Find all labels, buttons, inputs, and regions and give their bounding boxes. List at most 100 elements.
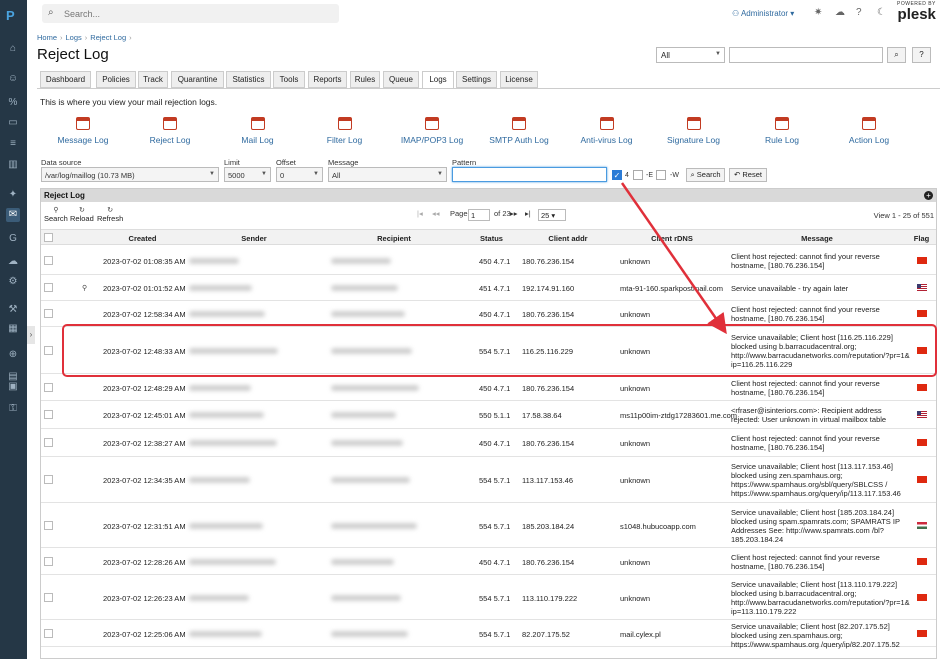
moon-icon[interactable]: ☾: [877, 7, 886, 18]
table-row[interactable]: 2023-07-02 12:48:29 AM 450 4.7.1 180.76.23…: [41, 374, 936, 401]
extension-icon[interactable]: ✦: [6, 188, 20, 202]
col-flag[interactable]: Flag: [907, 234, 936, 243]
tab-policies[interactable]: Policies: [96, 71, 136, 88]
monitor-icon[interactable]: ▭: [6, 116, 20, 130]
limit-select[interactable]: 5000 ▼: [224, 167, 271, 182]
message-select[interactable]: All ▼: [328, 167, 447, 182]
row-checkbox[interactable]: [44, 438, 53, 447]
col-client-addr[interactable]: Client addr: [519, 234, 617, 243]
tab-rules[interactable]: Rules: [350, 71, 380, 88]
col-recipient[interactable]: Recipient: [324, 234, 464, 243]
table-row[interactable]: 2023-07-02 12:26:23 AM 554 5.7.1 113.110.1…: [41, 575, 936, 620]
mail-log-link[interactable]: Mail Log: [235, 117, 280, 145]
select-all-checkbox[interactable]: [44, 233, 53, 242]
reject-log-link[interactable]: Reject Log: [145, 117, 195, 145]
row-checkbox[interactable]: [44, 475, 53, 484]
anti-virus-log-link[interactable]: Anti-virus Log: [578, 117, 635, 145]
table-row[interactable]: ⚲ 2023-07-02 01:01:52 AM 451 4.7.1 192.174.…: [41, 275, 936, 301]
cloud-icon[interactable]: ☁: [6, 255, 20, 269]
grid-icon[interactable]: ▦: [6, 322, 20, 336]
tab-tools[interactable]: Tools: [273, 71, 305, 88]
col-sender[interactable]: Sender: [184, 234, 324, 243]
breadcrumb-logs[interactable]: Logs: [66, 33, 82, 42]
zoom-icon[interactable]: ⊕: [6, 348, 20, 362]
row-checkbox[interactable]: [44, 383, 53, 392]
tab-reports[interactable]: Reports: [308, 71, 347, 88]
tab-settings[interactable]: Settings: [456, 71, 497, 88]
prev-page-icon[interactable]: ◂◂: [432, 209, 440, 218]
row-checkbox[interactable]: [44, 346, 53, 355]
row-checkbox[interactable]: [44, 521, 53, 530]
page-size-select[interactable]: 25 ▾: [538, 209, 566, 221]
tab-queue[interactable]: Queue: [383, 71, 419, 88]
rail-toggle-button[interactable]: ›: [27, 326, 35, 344]
row-checkbox[interactable]: [44, 593, 53, 602]
col-client-rdns[interactable]: Client rDNS: [617, 234, 727, 243]
imap-pop3-log-link[interactable]: IMAP/POP3 Log: [399, 117, 465, 145]
filter-log-link[interactable]: Filter Log: [322, 117, 367, 145]
box-icon[interactable]: ▣: [6, 380, 20, 394]
help-button[interactable]: ?: [912, 47, 931, 63]
bug-icon[interactable]: ✷: [814, 7, 822, 18]
row-checkbox[interactable]: [44, 309, 53, 318]
pattern-input[interactable]: [452, 167, 607, 182]
opt-w-checkbox[interactable]: [656, 170, 666, 180]
tab-quarantine[interactable]: Quarantine: [171, 71, 224, 88]
col-created[interactable]: Created: [101, 234, 184, 243]
action-log-link[interactable]: Action Log: [846, 117, 892, 145]
col-status[interactable]: Status: [464, 234, 519, 243]
breadcrumb-reject-log[interactable]: Reject Log: [90, 33, 126, 42]
datasource-select[interactable]: /var/log/maillog (10.73 MB) ▼: [41, 167, 219, 182]
table-row[interactable]: 2023-07-02 01:08:35 AM 450 4.7.1 180.76.23…: [41, 247, 936, 275]
key-icon[interactable]: ⚿: [6, 402, 20, 416]
search-button[interactable]: ⌕ Search: [686, 168, 725, 182]
help-icon[interactable]: ?: [856, 7, 862, 18]
filter-search-button[interactable]: ⌕: [887, 47, 906, 63]
tab-statistics[interactable]: Statistics: [226, 71, 271, 88]
server-icon[interactable]: ≡: [6, 137, 20, 151]
tools-icon[interactable]: ⚒: [6, 303, 20, 317]
page-input[interactable]: 1: [468, 209, 490, 221]
expand-icon[interactable]: +: [924, 191, 933, 200]
panels-icon[interactable]: ▥: [6, 158, 20, 172]
tab-logs[interactable]: Logs: [422, 71, 454, 89]
table-row[interactable]: 2023-07-02 12:31:51 AM 554 5.7.1 185.203.1…: [41, 503, 936, 548]
global-search-input[interactable]: ⌕ Search...: [42, 4, 339, 23]
next-page-icon[interactable]: ▸▸: [510, 209, 518, 218]
grid-search-button[interactable]: ⚲ Search: [44, 206, 68, 223]
tab-track[interactable]: Track: [138, 71, 168, 88]
first-page-icon[interactable]: |◂: [417, 209, 423, 218]
g-icon[interactable]: G: [6, 232, 20, 246]
row-checkbox[interactable]: [44, 283, 53, 292]
user-menu[interactable]: ⚇ Administrator ▾: [732, 9, 794, 18]
table-row[interactable]: 2023-07-02 12:38:27 AM 450 4.7.1 180.76.23…: [41, 429, 936, 457]
filter-input[interactable]: [729, 47, 883, 63]
home-icon[interactable]: ⌂: [6, 42, 20, 56]
mail-icon[interactable]: ✉: [6, 208, 20, 222]
signature-log-link[interactable]: Signature Log: [665, 117, 722, 145]
opt-4-checkbox[interactable]: ✓: [612, 170, 622, 180]
filter-scope-select[interactable]: All ▼: [656, 47, 725, 63]
message-log-link[interactable]: Message Log: [55, 117, 111, 145]
offset-select[interactable]: 0 ▼: [276, 167, 323, 182]
reset-button[interactable]: ↶ Reset: [729, 168, 767, 182]
rule-log-link[interactable]: Rule Log: [762, 117, 802, 145]
opt-e-checkbox[interactable]: [633, 170, 643, 180]
percent-icon[interactable]: %: [6, 96, 20, 110]
plesk-logo-icon[interactable]: P: [6, 8, 15, 23]
table-row[interactable]: 2023-07-02 12:34:35 AM 554 5.7.1 113.117.1…: [41, 457, 936, 503]
row-checkbox[interactable]: [44, 557, 53, 566]
breadcrumb-home[interactable]: Home: [37, 33, 57, 42]
row-checkbox[interactable]: [44, 410, 53, 419]
table-row[interactable]: 2023-07-02 12:25:06 AM 554 5.7.1 82.207.17…: [41, 620, 936, 649]
cloud-icon[interactable]: ☁: [835, 7, 845, 18]
table-row[interactable]: 2023-07-02 12:28:26 AM 450 4.7.1 180.76.23…: [41, 548, 936, 575]
settings-icon[interactable]: ⚙: [6, 275, 20, 289]
tab-dashboard[interactable]: Dashboard: [40, 71, 91, 88]
table-row[interactable]: 2023-07-02 12:45:01 AM 550 5.1.1 17.58.38.…: [41, 401, 936, 429]
last-page-icon[interactable]: ▸|: [525, 209, 531, 218]
smtp-auth-log-link[interactable]: SMTP Auth Log: [487, 117, 551, 145]
row-checkbox[interactable]: [44, 256, 53, 265]
row-checkbox[interactable]: [44, 629, 53, 638]
grid-refresh-button[interactable]: ↻ Refresh: [97, 206, 123, 223]
